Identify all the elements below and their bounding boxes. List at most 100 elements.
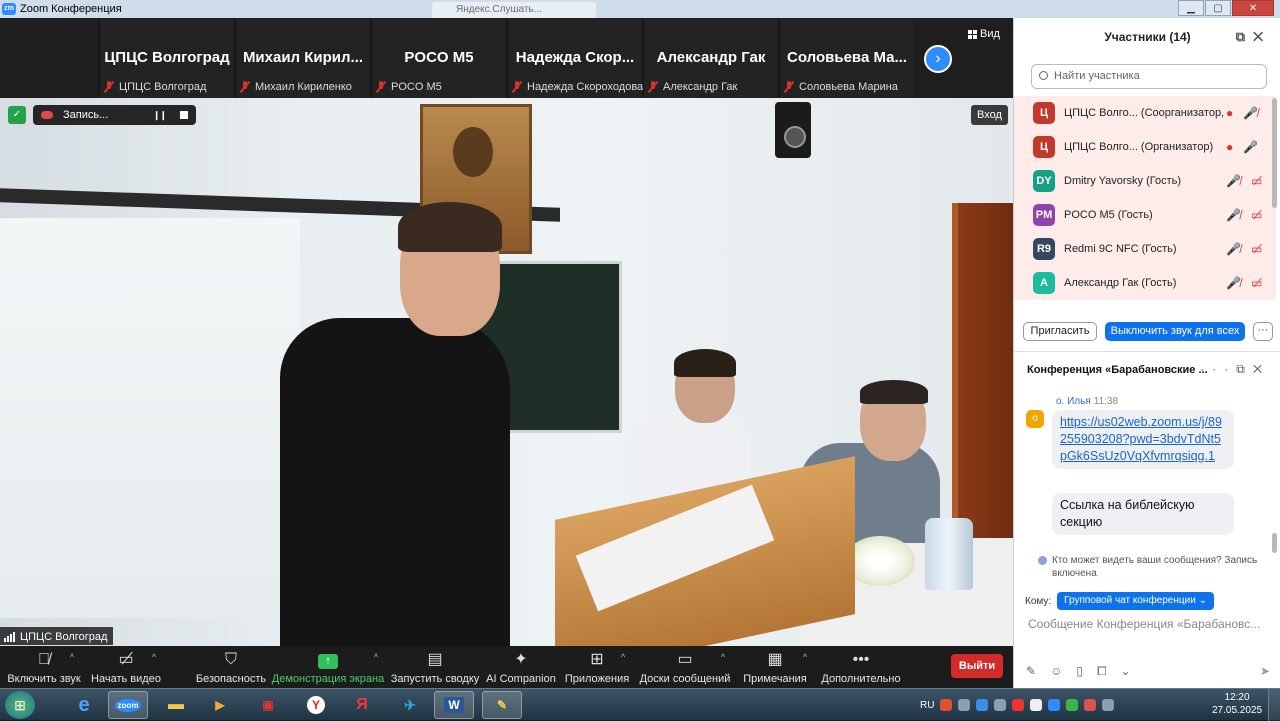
file-icon[interactable]: ▯ (1076, 664, 1097, 678)
message-time: 11:38 (1093, 396, 1119, 407)
chevron-up-icon[interactable]: ^ (621, 652, 625, 662)
recipient-select[interactable]: Групповой чат конференции ⌄ (1057, 592, 1214, 610)
chat-link-message[interactable]: https://us02web.zoom.us/j/89255903208?pw… (1052, 410, 1234, 469)
tray-app-icon[interactable] (994, 699, 1007, 711)
participants-header: Участники (14) ⧉✕ (1014, 18, 1280, 56)
minimize-button[interactable]: ▁ (1178, 0, 1204, 16)
yandex-icon[interactable]: Я (342, 691, 382, 719)
leave-button[interactable]: Выйти (951, 654, 1003, 678)
tray-app-icon[interactable] (1012, 699, 1025, 711)
send-icon[interactable]: ➤ (1260, 664, 1270, 678)
chat-scrollbar[interactable] (1272, 533, 1277, 553)
tile-label: Надежда Скороходова (527, 81, 644, 93)
encryption-shield-icon[interactable]: ✓ (8, 106, 26, 124)
telegram-icon[interactable]: ✈ (390, 691, 430, 719)
chevron-down-icon[interactable]: ⌄ (1121, 664, 1145, 678)
participant-tile[interactable]: POCO M5 POCO M5 (371, 18, 505, 98)
clock[interactable]: 12:20 27.05.2025 (1212, 691, 1262, 717)
participant-list: Ц ЦПЦС Волго... (Соорганизатор, я) ● 🎤̸ Ц… (1014, 96, 1276, 311)
tray-app-icon[interactable] (940, 699, 953, 711)
close-icon[interactable]: ✕ (1253, 29, 1271, 44)
volume-icon[interactable] (958, 699, 971, 711)
chat-message-input[interactable]: Сообщение Конференция «Барабановс... (1028, 617, 1274, 631)
yandex-browser-icon[interactable]: Y (296, 691, 336, 719)
security-button[interactable]: ⛉ Безопасность (196, 646, 266, 688)
tray-app-icon[interactable] (1084, 699, 1097, 711)
save-icon[interactable]: ▣ (248, 691, 288, 719)
mic-muted-icon (784, 81, 794, 93)
next-page-button[interactable]: › (924, 45, 952, 73)
participant-search-input[interactable]: Найти участника (1031, 64, 1267, 89)
close-button[interactable]: ✕ (1232, 0, 1274, 16)
screenshot-icon[interactable]: ⧠ (1097, 664, 1121, 678)
recording-indicator[interactable]: Запись... ❙❙ (33, 105, 196, 125)
media-player-icon[interactable]: ▶ (200, 691, 240, 719)
participants-more-button[interactable]: ··· (1253, 322, 1273, 341)
word-icon[interactable]: W (434, 691, 474, 719)
avatar: R9 (1033, 238, 1055, 260)
participant-row[interactable]: Ц ЦПЦС Волго... (Соорганизатор, я) ● 🎤̸ (1014, 96, 1276, 130)
ai-companion-button[interactable]: ✦ AI Companion (486, 646, 556, 688)
enter-button[interactable]: Вход (971, 105, 1008, 125)
start-summary-button[interactable]: ▤ Запустить сводку (391, 646, 480, 688)
tray-app-icon[interactable] (1066, 699, 1079, 711)
tray-app-icon[interactable] (1030, 699, 1043, 711)
participant-tile[interactable]: Соловьева Ма... Соловьева Марина (779, 18, 913, 98)
chevron-up-icon[interactable]: ^ (803, 652, 807, 662)
share-screen-button[interactable]: ↑ Демонстрация экрана (272, 646, 384, 688)
avatar: Ц (1033, 102, 1055, 124)
chat-visibility-notice[interactable]: Кто может видеть ваши сообщения? Запись … (1036, 554, 1276, 580)
recipient-row: Кому: Групповой чат конференции ⌄ (1025, 592, 1214, 610)
chevron-up-icon[interactable]: ^ (70, 652, 74, 662)
apps-icon: ⊞ (590, 651, 604, 668)
tray-app-icon[interactable] (976, 699, 989, 711)
participant-tile[interactable]: ЦПЦС Волгоград ЦПЦС Волгоград (99, 18, 233, 98)
mic-muted-icon: 🎙̸ (38, 651, 50, 668)
video-off-icon: ▭̸ (1250, 242, 1263, 256)
start-button[interactable]: ⊞ (5, 691, 35, 719)
participant-row[interactable]: DY Dmitry Yavorsky (Гость) 🎤̸ ▭̸ (1014, 164, 1276, 198)
tray-app-icon[interactable] (1048, 699, 1061, 711)
participant-scrollbar[interactable] (1272, 98, 1277, 208)
recording-label: Запись... (63, 109, 109, 121)
emoji-icon[interactable]: ☺ (1050, 664, 1076, 678)
format-icon[interactable]: ✎ (1026, 664, 1050, 678)
folder-icon[interactable]: ▬ (156, 691, 196, 719)
side-panel: Участники (14) ⧉✕ Найти участника Ц ЦПЦС… (1013, 18, 1280, 688)
mute-all-button[interactable]: Выключить звук для всех (1105, 322, 1245, 341)
chevron-up-icon[interactable]: ^ (721, 652, 725, 662)
more-button[interactable]: ••• Дополнительно (820, 646, 902, 688)
close-icon[interactable]: ✕ (1253, 362, 1270, 376)
participant-tile[interactable]: Надежда Скор... Надежда Скороходова (507, 18, 644, 98)
language-indicator[interactable]: RU (920, 700, 934, 711)
chevron-right-icon: › (935, 50, 941, 67)
popout-icon[interactable]: ⧉ (1236, 29, 1253, 44)
more-icon: ••• (852, 651, 870, 668)
stop-recording-icon[interactable] (180, 111, 188, 119)
ie-icon[interactable]: e (64, 691, 104, 719)
popout-icon[interactable]: ⧉ (1236, 362, 1253, 376)
participant-tile[interactable]: Михаил Кирил... Михаил Кириленко (235, 18, 369, 98)
zoom-taskbar-icon[interactable]: zoom (108, 691, 148, 719)
participant-tile[interactable]: Александр Гак Александр Гак (643, 18, 777, 98)
show-desktop-button[interactable] (1268, 689, 1280, 721)
maximize-button[interactable]: ▢ (1205, 0, 1231, 16)
notes-icon: ▦ (767, 651, 783, 668)
tile-label: POCO M5 (391, 81, 442, 93)
paint-icon[interactable]: ✎ (482, 691, 522, 719)
mic-muted-icon (104, 81, 114, 93)
participant-row[interactable]: Ц ЦПЦС Волго... (Организатор) ● 🎤 (1014, 130, 1276, 164)
pause-recording-icon[interactable]: ❙❙ (153, 110, 167, 121)
chevron-up-icon[interactable]: ^ (152, 652, 156, 662)
participant-row[interactable]: R9 Redmi 9C NFC (Гость) 🎤̸ ▭̸ (1014, 232, 1276, 266)
cloud-record-icon (41, 111, 53, 119)
participant-row[interactable]: PM POCO M5 (Гость) 🎤̸ ▭̸ (1014, 198, 1276, 232)
network-icon[interactable] (1102, 699, 1115, 711)
meeting-toolbar: 🎙̸ Включить звук ^ ▭̸ Начать видео ^ ⛉ Б… (0, 646, 1013, 688)
to-label: Кому: (1025, 595, 1052, 607)
more-icon[interactable]: ··· (1200, 362, 1236, 376)
invite-button[interactable]: Пригласить (1023, 322, 1097, 341)
participant-row[interactable]: А Александр Гак (Гость) 🎤̸ ▭̸ (1014, 266, 1276, 300)
chevron-up-icon[interactable]: ^ (374, 652, 378, 662)
view-button[interactable]: Вид (968, 28, 1000, 40)
